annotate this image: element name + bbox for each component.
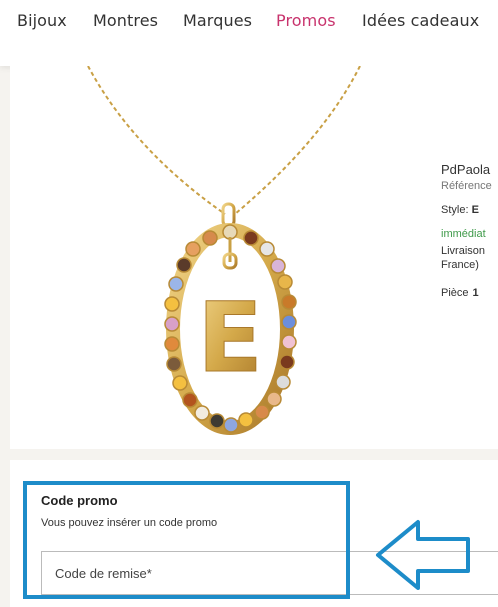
nav-item-promos[interactable]: Promos bbox=[276, 11, 336, 30]
quantity-value[interactable]: 1 bbox=[473, 287, 479, 299]
nav-item-marques[interactable]: Marques bbox=[183, 11, 252, 30]
product-image[interactable]: E bbox=[60, 66, 420, 449]
style-value: E bbox=[471, 204, 479, 216]
promo-title: Code promo bbox=[41, 493, 118, 508]
delivery-line-1: Livraison bbox=[441, 245, 486, 257]
product-panel: E PdPaola Référence Style: E immédiat Li… bbox=[10, 66, 498, 449]
style-label: Style: bbox=[441, 204, 469, 216]
stock-status: immédiat bbox=[441, 228, 486, 240]
nav-item-bijoux[interactable]: Bijoux bbox=[17, 11, 67, 30]
promo-subtitle: Vous pouvez insérer un code promo bbox=[41, 517, 218, 529]
delivery-line-2: France) bbox=[441, 259, 479, 271]
delivery-info: Livraison France) bbox=[441, 244, 485, 272]
promo-code-input[interactable] bbox=[41, 551, 498, 595]
quantity-selector[interactable]: Pièce 1 bbox=[441, 287, 479, 299]
product-reference: Référence bbox=[441, 180, 492, 192]
quantity-label: Pièce bbox=[441, 287, 469, 299]
nav-item-montres[interactable]: Montres bbox=[93, 11, 158, 30]
product-brand[interactable]: PdPaola bbox=[441, 162, 490, 177]
pendant-letter: E bbox=[197, 282, 263, 394]
product-style: Style: E bbox=[441, 204, 479, 216]
top-navigation: Bijoux Montres Marques Promos Idées cade… bbox=[0, 0, 498, 66]
nav-item-idees-cadeaux[interactable]: Idées cadeaux bbox=[362, 11, 479, 30]
